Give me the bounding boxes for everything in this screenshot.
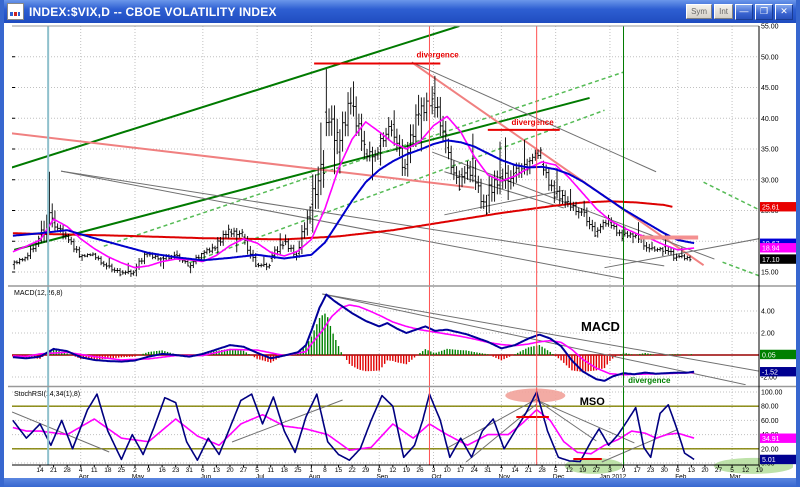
svg-text:27: 27	[240, 467, 248, 474]
svg-text:25.61: 25.61	[762, 205, 780, 212]
svg-text:5.01: 5.01	[762, 457, 776, 464]
svg-text:17: 17	[633, 467, 641, 474]
svg-text:12: 12	[389, 467, 397, 474]
svg-text:MACD(12,26,8): MACD(12,26,8)	[14, 290, 63, 297]
svg-text:19: 19	[756, 467, 764, 474]
svg-text:25: 25	[118, 467, 126, 474]
svg-text:8: 8	[323, 467, 327, 474]
svg-text:20: 20	[701, 467, 709, 474]
chart-canvas[interactable]: divergence divergence MACD divergence MACD(1…	[4, 0, 800, 487]
svg-text:31: 31	[484, 467, 492, 474]
svg-text:13: 13	[213, 467, 221, 474]
svg-text:31: 31	[186, 467, 194, 474]
close-button[interactable]: ✕	[775, 3, 793, 20]
svg-text:0.05: 0.05	[762, 352, 776, 359]
chart-window: INDEX:$VIX,D -- CBOE VOLATILITY INDEX Sy…	[0, 0, 800, 487]
svg-text:-1.52: -1.52	[762, 370, 778, 377]
annotation-text: divergence	[628, 376, 671, 385]
svg-text:12: 12	[566, 467, 574, 474]
svg-text:20: 20	[226, 467, 234, 474]
svg-text:19: 19	[403, 467, 411, 474]
svg-text:15: 15	[335, 467, 343, 474]
svg-text:17: 17	[457, 467, 465, 474]
svg-text:22: 22	[348, 467, 356, 474]
minimize-button[interactable]: —	[735, 3, 753, 20]
svg-text:17.10: 17.10	[762, 257, 780, 264]
svg-text:2.00: 2.00	[761, 331, 775, 338]
svg-text:34.91: 34.91	[762, 436, 780, 443]
svg-text:50.00: 50.00	[761, 54, 779, 61]
svg-text:19: 19	[579, 467, 587, 474]
svg-text:30.00: 30.00	[761, 177, 779, 184]
svg-text:18.94: 18.94	[762, 246, 780, 253]
svg-text:29: 29	[362, 467, 370, 474]
svg-text:11: 11	[267, 467, 274, 474]
svg-text:27: 27	[715, 467, 723, 474]
svg-text:28: 28	[538, 467, 546, 474]
svg-text:26: 26	[416, 467, 424, 474]
svg-text:21: 21	[50, 467, 58, 474]
svg-text:15.00: 15.00	[761, 270, 779, 277]
svg-text:100.00: 100.00	[761, 390, 783, 397]
window-icon[interactable]	[7, 3, 24, 20]
svg-text:23: 23	[172, 467, 180, 474]
svg-text:14: 14	[36, 467, 44, 474]
svg-text:10: 10	[443, 467, 451, 474]
svg-text:13: 13	[688, 467, 696, 474]
svg-text:55.00: 55.00	[761, 24, 779, 31]
svg-text:18: 18	[104, 467, 112, 474]
window-title: INDEX:$VIX,D -- CBOE VOLATILITY INDEX	[29, 4, 277, 19]
svg-text:9: 9	[622, 467, 626, 474]
svg-text:StochRSI(14,34(1),8): StochRSI(14,34(1),8)	[14, 391, 80, 398]
svg-text:35.00: 35.00	[761, 147, 779, 154]
svg-text:9: 9	[147, 467, 151, 474]
svg-text:60.00: 60.00	[761, 418, 779, 425]
maximize-button[interactable]: ❐	[755, 3, 773, 20]
window-bottom-border	[4, 478, 796, 487]
sym-button[interactable]: Sym	[686, 4, 713, 19]
svg-text:45.00: 45.00	[761, 85, 779, 92]
annotation-text: divergence	[511, 118, 554, 127]
svg-text:30: 30	[661, 467, 669, 474]
svg-text:40.00: 40.00	[761, 116, 779, 123]
svg-text:20.00: 20.00	[761, 446, 779, 453]
svg-text:18: 18	[281, 467, 289, 474]
title-bar[interactable]: INDEX:$VIX,D -- CBOE VOLATILITY INDEX Sy…	[4, 0, 796, 23]
svg-text:14: 14	[511, 467, 519, 474]
svg-text:21: 21	[525, 467, 533, 474]
svg-text:80.00: 80.00	[761, 404, 779, 411]
annotation-text: MACD	[581, 319, 620, 334]
annotation-text: MSO	[580, 396, 606, 408]
svg-text:28: 28	[64, 467, 72, 474]
annotation-text: divergence	[416, 50, 459, 59]
svg-text:23: 23	[647, 467, 655, 474]
svg-text:24: 24	[471, 467, 479, 474]
int-button[interactable]: Int	[714, 4, 733, 19]
svg-text:25: 25	[294, 467, 302, 474]
svg-text:4.00: 4.00	[761, 309, 775, 316]
svg-text:16: 16	[159, 467, 167, 474]
svg-text:11: 11	[91, 467, 98, 474]
svg-text:12: 12	[742, 467, 750, 474]
